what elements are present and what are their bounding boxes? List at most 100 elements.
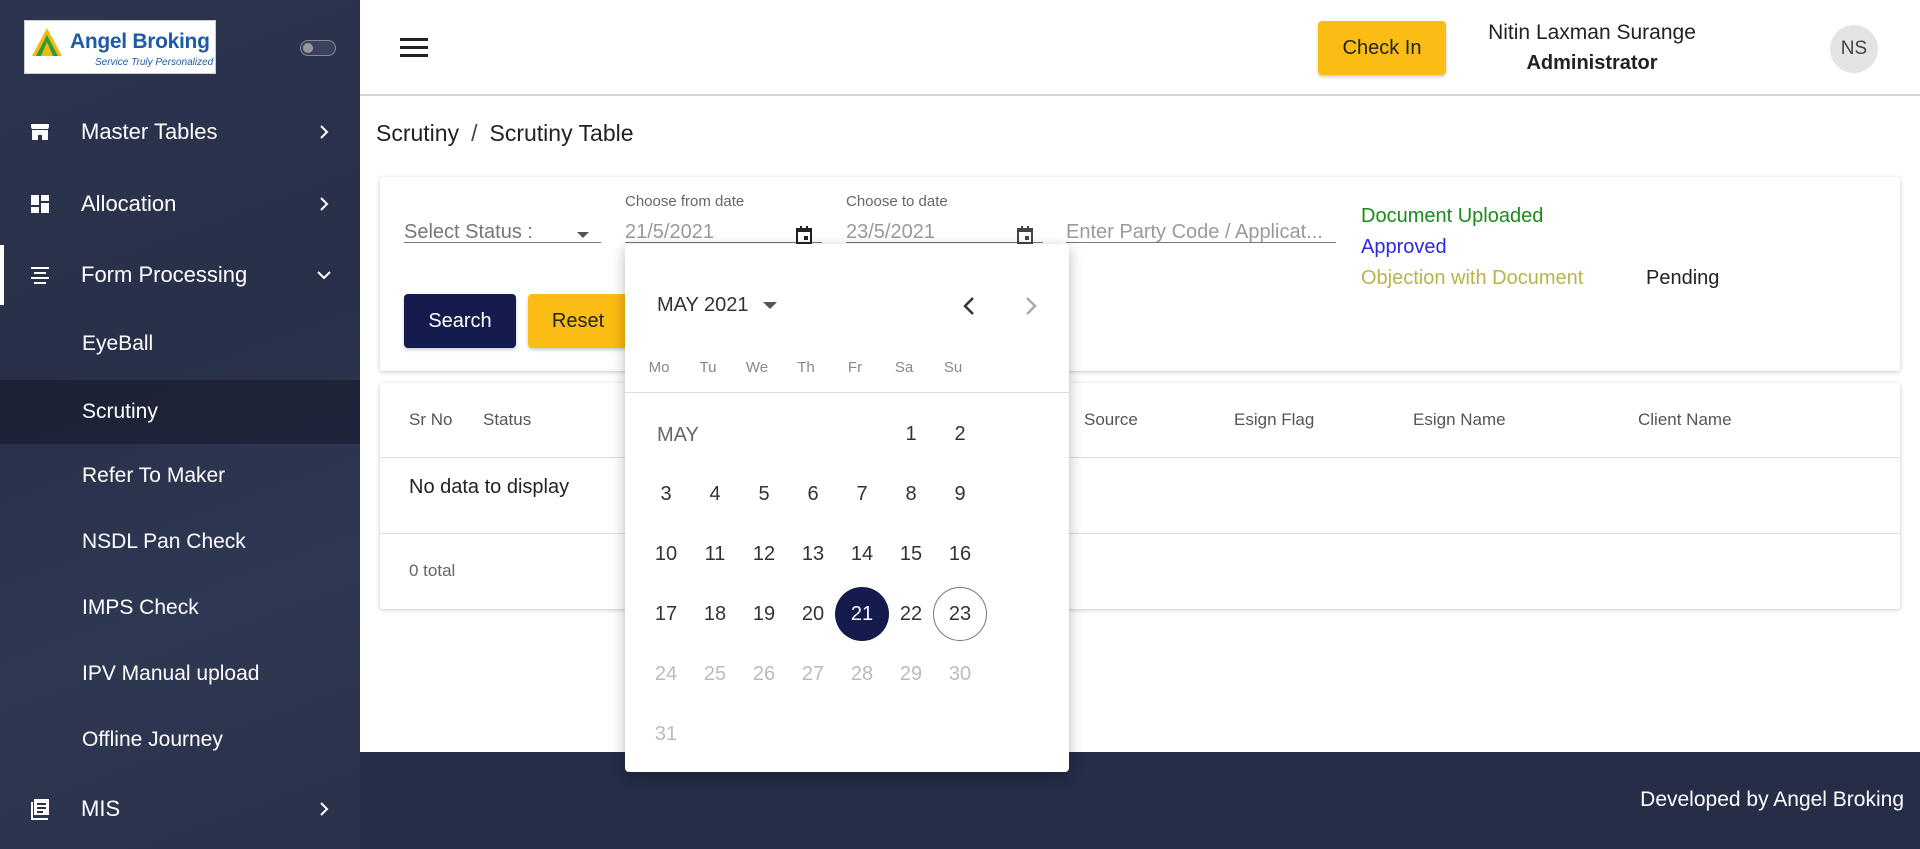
sidebar-item-master-tables[interactable]: Master Tables — [0, 102, 360, 162]
calendar-day[interactable]: 20 — [786, 587, 840, 641]
column-header[interactable]: Esign Flag — [1234, 410, 1314, 430]
sidebar-item-label: Form Processing — [81, 262, 248, 287]
sidebar-subitem-scrutiny[interactable]: Scrutiny — [0, 380, 360, 444]
calendar-day[interactable]: 14 — [835, 527, 889, 581]
calendar-day[interactable]: 16 — [933, 527, 987, 581]
legend-approved: Approved — [1361, 236, 1447, 258]
from-date-label: Choose from date — [625, 193, 745, 210]
sidebar-item-form-processing[interactable]: Form Processing — [0, 245, 360, 305]
user-role: Administrator — [1526, 52, 1658, 74]
check-in-button[interactable]: Check In — [1318, 21, 1446, 75]
footer-text: Developed by Angel Broking — [1640, 788, 1904, 811]
store-icon — [31, 124, 49, 140]
column-header[interactable]: Client Name — [1638, 410, 1732, 430]
calendar-day[interactable]: 1 — [884, 407, 938, 461]
sidebar-item-label: MIS — [81, 796, 121, 821]
sidebar-subitem-refer-to-maker[interactable]: Refer To Maker — [0, 446, 360, 506]
reset-button[interactable]: Reset — [528, 294, 628, 348]
sidebar-subitem-nsdl-pan-check[interactable]: NSDL Pan Check — [0, 512, 360, 572]
breadcrumb-current: Scrutiny Table — [489, 120, 634, 146]
from-date-field[interactable]: Choose from date 21/5/2021 — [625, 193, 822, 245]
calendar-day[interactable]: 5 — [737, 467, 791, 521]
calendar-day[interactable]: 2 — [933, 407, 987, 461]
calendar-icon[interactable] — [794, 225, 814, 245]
results-table: Sr No Status Source Esign Flag Esign Nam… — [380, 383, 1900, 609]
sidebar-subitem-label: Offline Journey — [82, 728, 223, 751]
column-header[interactable]: Source — [1084, 410, 1138, 430]
search-button[interactable]: Search — [404, 294, 516, 348]
to-date-value: 23/5/2021 — [846, 221, 935, 243]
calendar-day[interactable]: 12 — [737, 527, 791, 581]
column-header[interactable]: Esign Name — [1413, 410, 1506, 430]
calendar-day[interactable]: 8 — [884, 467, 938, 521]
sidebar-item-mis[interactable]: MIS — [0, 779, 360, 839]
calendar-day[interactable]: 3 — [639, 467, 693, 521]
calendar-day: 28 — [850, 662, 874, 685]
sidebar-subitem-label: IMPS Check — [82, 596, 199, 619]
total-count: 0 total — [409, 561, 456, 580]
empty-message: No data to display — [409, 476, 570, 498]
calendar-day[interactable]: 19 — [737, 587, 791, 641]
month-dropdown-icon[interactable] — [763, 302, 777, 309]
calendar-day[interactable]: 21 — [835, 587, 889, 641]
sidebar-item-allocation[interactable]: Allocation — [0, 174, 360, 234]
chevron-down-icon — [317, 271, 331, 280]
weekday-label: Mo — [648, 359, 670, 376]
sidebar-subitem-label: Scrutiny — [82, 400, 158, 423]
brand-logo[interactable]: Angel Broking Service Truly Personalized — [24, 20, 216, 74]
breadcrumb-parent[interactable]: Scrutiny — [376, 120, 459, 146]
sidebar-subitem-imps-check[interactable]: IMPS Check — [0, 578, 360, 638]
sidebar-subitem-label: EyeBall — [82, 332, 154, 355]
legend-pending: Pending — [1646, 267, 1720, 289]
sidebar-subitem-ipv-manual-upload[interactable]: IPV Manual upload — [0, 644, 360, 704]
form-icon — [31, 267, 49, 284]
to-date-label: Choose to date — [846, 193, 948, 210]
logo-mark-icon — [32, 28, 62, 56]
calendar-day[interactable]: 23 — [933, 587, 987, 641]
weekday-label: We — [745, 359, 769, 376]
filter-card: Select Status : Choose from date 21/5/20… — [380, 177, 1900, 371]
status-select[interactable]: Select Status : — [404, 207, 601, 243]
weekday-label: Th — [797, 359, 815, 376]
calendar-day[interactable]: 10 — [639, 527, 693, 581]
calendar-day[interactable]: 18 — [688, 587, 742, 641]
sidebar-subitem-eyeball[interactable]: EyeBall — [0, 314, 360, 374]
party-code-input[interactable]: Enter Party Code / Applicat... — [1066, 207, 1336, 243]
calendar-month-title[interactable]: MAY 2021 — [657, 294, 749, 317]
sidebar: Angel Broking Service Truly Personalized… — [0, 0, 360, 849]
theme-toggle[interactable] — [300, 40, 336, 56]
column-header[interactable]: Sr No — [409, 410, 452, 430]
weekday-label: Tu — [699, 359, 717, 376]
brand-tagline: Service Truly Personalized — [95, 57, 214, 68]
breadcrumb-separator: / — [471, 120, 478, 146]
avatar[interactable]: NS — [1830, 25, 1878, 73]
calendar-day[interactable]: 4 — [688, 467, 742, 521]
weekday-label: Su — [943, 359, 963, 376]
calendar-day: 29 — [899, 662, 923, 685]
brand-name: Angel Broking — [70, 30, 210, 53]
calendar-icon[interactable] — [1015, 225, 1035, 245]
sidebar-subitem-offline-journey[interactable]: Offline Journey — [0, 710, 360, 770]
calendar-day[interactable]: 6 — [786, 467, 840, 521]
menu-icon[interactable] — [400, 37, 428, 59]
from-date-value: 21/5/2021 — [625, 221, 714, 243]
calendar-day[interactable]: 9 — [933, 467, 987, 521]
user-name: Nitin Laxman Surange — [1488, 21, 1696, 44]
to-date-field[interactable]: Choose to date 23/5/2021 — [846, 193, 1043, 245]
chevron-right-icon — [320, 125, 329, 139]
party-code-placeholder: Enter Party Code / Applicat... — [1066, 221, 1323, 243]
calendar-day[interactable]: 7 — [835, 467, 889, 521]
dropdown-arrow-icon — [577, 232, 589, 238]
next-month-icon[interactable] — [1018, 294, 1042, 318]
legend-document-uploaded: Document Uploaded — [1361, 205, 1544, 227]
chevron-right-icon — [320, 802, 329, 816]
row-divider — [380, 533, 1900, 534]
calendar-day[interactable]: 11 — [688, 527, 742, 581]
column-header[interactable]: Status — [483, 410, 531, 430]
calendar-day[interactable]: 22 — [884, 587, 938, 641]
previous-month-icon[interactable] — [958, 294, 982, 318]
calendar-day[interactable]: 15 — [884, 527, 938, 581]
calendar-day[interactable]: 13 — [786, 527, 840, 581]
calendar-day[interactable]: 17 — [639, 587, 693, 641]
sidebar-subitem-label: IPV Manual upload — [82, 662, 260, 685]
